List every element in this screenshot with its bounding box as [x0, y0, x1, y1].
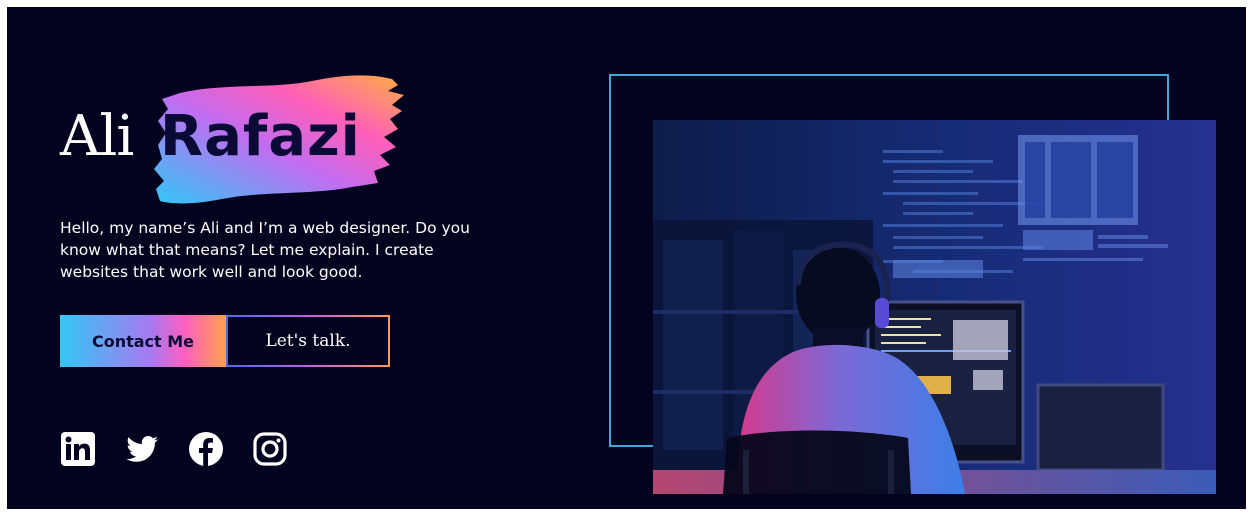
hero-section: Ali Rafazi Hello, my name’s Ali and I’m … — [7, 7, 1246, 509]
social-links — [60, 431, 288, 467]
facebook-icon — [189, 432, 223, 466]
linkedin-link[interactable] — [60, 431, 96, 467]
first-name: Ali — [60, 104, 134, 169]
instagram-icon — [253, 432, 287, 466]
cta-group: Contact Me Let's talk. — [60, 315, 390, 367]
intro-text: Hello, my name’s Ali and I’m a web desig… — [60, 219, 470, 281]
twitter-link[interactable] — [124, 431, 160, 467]
hero-name: Ali Rafazi — [60, 75, 420, 215]
last-name: Rafazi — [160, 104, 361, 169]
facebook-link[interactable] — [188, 431, 224, 467]
instagram-link[interactable] — [252, 431, 288, 467]
linkedin-icon — [61, 432, 95, 466]
contact-me-button[interactable]: Contact Me — [60, 315, 226, 367]
twitter-icon — [126, 436, 158, 462]
developer-at-desk-photo — [653, 120, 1216, 494]
lets-talk-button[interactable]: Let's talk. — [226, 315, 390, 367]
